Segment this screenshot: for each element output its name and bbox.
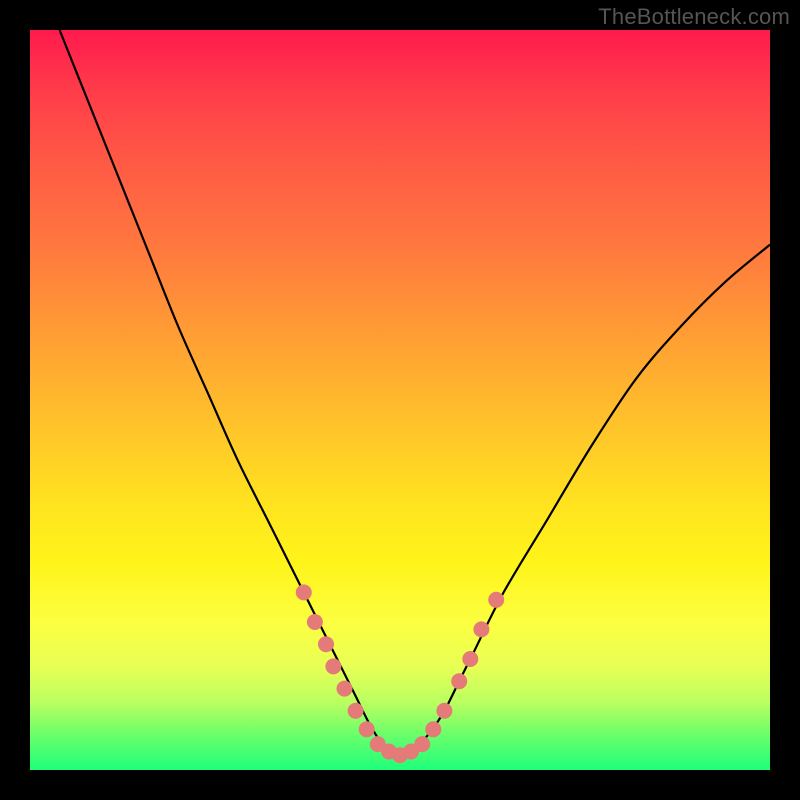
valley-dot <box>452 674 467 689</box>
valley-dot <box>474 622 489 637</box>
valley-dot <box>437 703 452 718</box>
valley-dot <box>359 722 374 737</box>
watermark-text: TheBottleneck.com <box>598 4 790 30</box>
valley-dot <box>489 592 504 607</box>
valley-dots-group <box>296 585 503 763</box>
valley-dot <box>426 722 441 737</box>
bottleneck-curve <box>60 30 770 755</box>
plot-area <box>30 30 770 770</box>
chart-frame: TheBottleneck.com <box>0 0 800 800</box>
valley-dot <box>463 652 478 667</box>
valley-dot <box>319 637 334 652</box>
valley-dot <box>326 659 341 674</box>
valley-dot <box>348 703 363 718</box>
valley-dot <box>307 615 322 630</box>
valley-dot <box>296 585 311 600</box>
valley-dot <box>337 681 352 696</box>
chart-svg <box>30 30 770 770</box>
valley-dot <box>415 737 430 752</box>
